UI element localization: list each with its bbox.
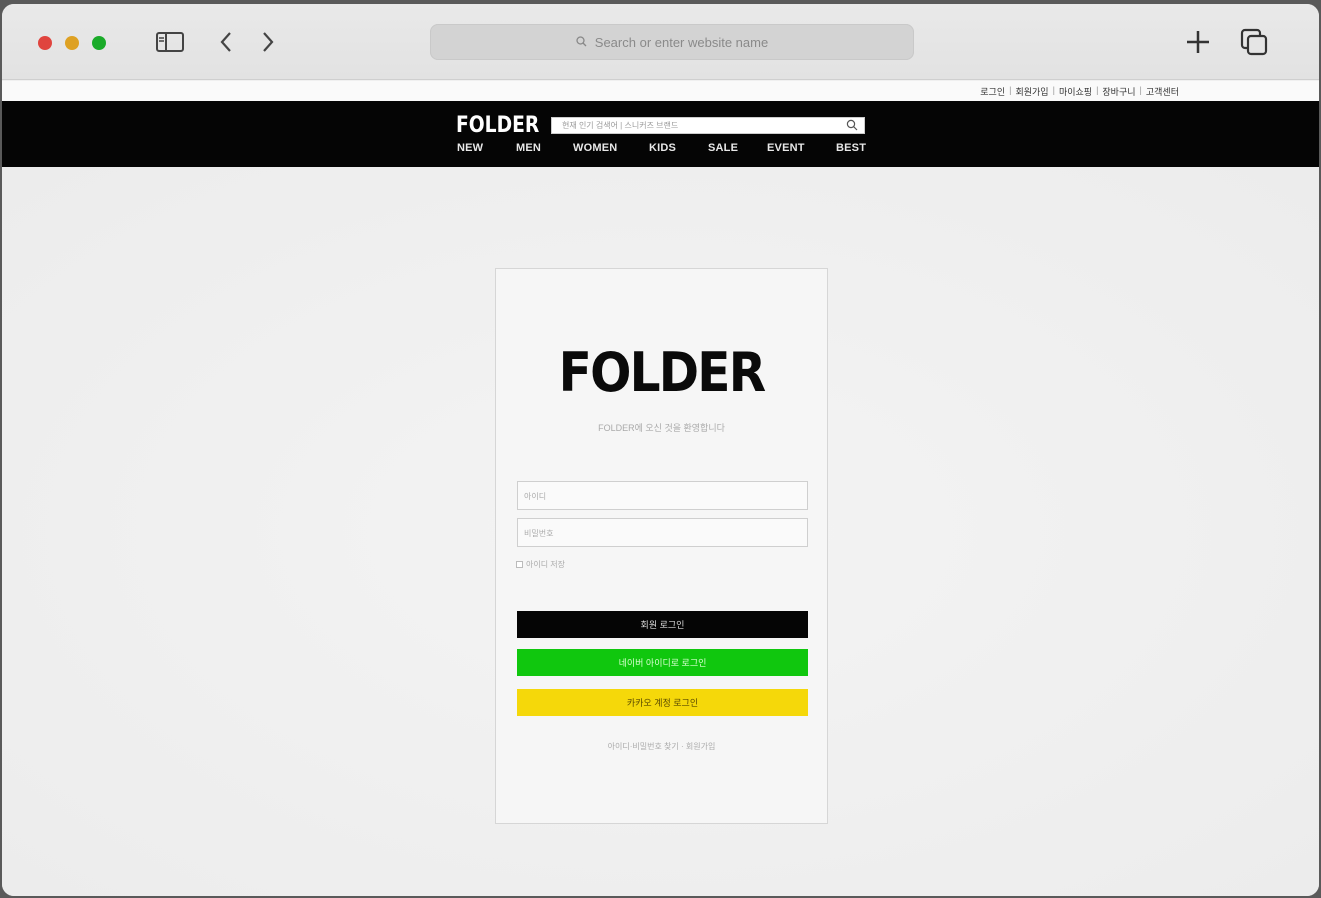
nav-item-sale[interactable]: SALE [708, 142, 767, 154]
forward-arrow-icon[interactable] [252, 26, 284, 58]
minimize-window-button[interactable] [65, 36, 79, 50]
address-placeholder: Search or enter website name [594, 34, 769, 50]
id-field[interactable]: 아이디 [517, 481, 808, 510]
nav-item-best[interactable]: BEST [836, 142, 866, 154]
site-search-input[interactable]: 현재 인기 검색어 | 스니커즈 브랜드 [551, 117, 865, 134]
main-nav: NEW MEN WOMEN KIDS SALE EVENT BEST [457, 142, 866, 154]
nav-item-new[interactable]: NEW [457, 142, 516, 154]
checkbox-icon[interactable] [516, 561, 523, 568]
naver-login-button[interactable]: 네이버 아이디로 로그인 [517, 649, 808, 676]
util-link-cart[interactable]: 장바구니 [1102, 85, 1135, 98]
page-content: FOLDER FOLDER에 오신 것을 환영합니다 아이디 비밀번호 아이디 … [2, 167, 1319, 896]
kakao-login-button[interactable]: 카카오 계정 로그인 [517, 689, 808, 716]
divider: | [1139, 85, 1142, 95]
util-link-join[interactable]: 회원가입 [1015, 85, 1048, 98]
maximize-window-button[interactable] [92, 36, 106, 50]
search-icon[interactable] [846, 119, 858, 133]
browser-window: Search or enter website name 로그인 | 회원가입 … [2, 4, 1319, 896]
password-field[interactable]: 비밀번호 [517, 518, 808, 547]
divider: | [1096, 85, 1099, 95]
find-account-link[interactable]: 아이디·비밀번호 찾기 · 회원가입 [496, 741, 827, 752]
util-link-mypage[interactable]: 마이쇼핑 [1059, 85, 1092, 98]
login-card: FOLDER FOLDER에 오신 것을 환영합니다 아이디 비밀번호 아이디 … [495, 268, 828, 824]
save-id-checkbox[interactable]: 아이디 저장 [516, 559, 565, 570]
sidebar-toggle-icon[interactable] [154, 26, 186, 58]
login-tagline: FOLDER에 오신 것을 환영합니다 [598, 423, 725, 433]
site-logo[interactable]: FOLDER [456, 113, 539, 138]
site-search-placeholder: 현재 인기 검색어 | 스니커즈 브랜드 [562, 121, 679, 130]
close-window-button[interactable] [38, 36, 52, 50]
divider: | [1009, 85, 1012, 95]
nav-item-event[interactable]: EVENT [767, 142, 836, 154]
member-login-button[interactable]: 회원 로그인 [517, 611, 808, 638]
browser-toolbar: Search or enter website name [2, 4, 1319, 80]
tab-overview-icon[interactable] [1238, 26, 1270, 58]
utility-bar: 로그인 | 회원가입 | 마이쇼핑 | 장바구니 | 고객센터 [2, 81, 1319, 101]
new-tab-icon[interactable] [1182, 26, 1214, 58]
password-placeholder: 비밀번호 [524, 529, 554, 538]
nav-item-kids[interactable]: KIDS [649, 142, 708, 154]
util-link-support[interactable]: 고객센터 [1146, 85, 1179, 98]
divider: | [1052, 85, 1055, 95]
site-header: FOLDER 현재 인기 검색어 | 스니커즈 브랜드 NEW MEN WOME… [2, 101, 1319, 167]
login-logo: FOLDER [558, 341, 766, 404]
id-placeholder: 아이디 [524, 492, 547, 501]
address-bar[interactable]: Search or enter website name [430, 24, 914, 60]
search-icon [576, 35, 587, 50]
nav-item-women[interactable]: WOMEN [573, 142, 649, 154]
util-link-login[interactable]: 로그인 [980, 85, 1005, 98]
save-id-label: 아이디 저장 [526, 560, 566, 569]
back-arrow-icon[interactable] [210, 26, 242, 58]
nav-item-men[interactable]: MEN [516, 142, 573, 154]
